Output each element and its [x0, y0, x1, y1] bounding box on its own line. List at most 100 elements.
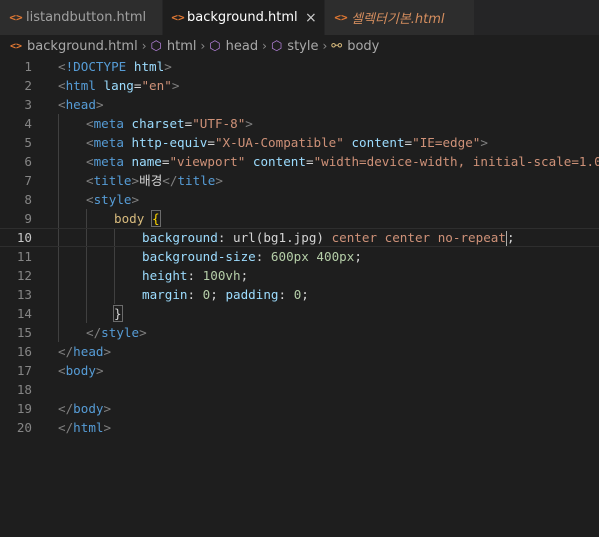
code-line[interactable]: 7 <title>배경</title>	[0, 171, 599, 190]
code-text: <html lang="en">	[58, 76, 179, 95]
tab-label: 셀렉터기본.html	[351, 12, 445, 27]
code-line[interactable]: 6 <meta name="viewport" content="width=de…	[0, 152, 599, 171]
indent-guide	[86, 247, 87, 266]
code-token: <	[86, 173, 94, 188]
code-line[interactable]: 17 <body>	[0, 361, 599, 380]
breadcrumb-label: style	[287, 38, 319, 54]
code-line[interactable]: 4 <meta charset="UTF-8">	[0, 114, 599, 133]
code-token: name	[131, 154, 162, 169]
tab-selector-basics[interactable]: <> 셀렉터기본.html	[325, 0, 475, 35]
indent-guide	[58, 114, 59, 133]
code-token: >	[164, 59, 172, 74]
code-token: >	[139, 325, 147, 340]
indent-guide	[58, 190, 59, 209]
code-line[interactable]: 14}	[0, 304, 599, 323]
code-token: "viewport"	[169, 154, 246, 169]
code-token: :	[187, 287, 203, 302]
code-line[interactable]: 13 margin: 0; padding: 0;	[0, 285, 599, 304]
code-token: body	[65, 363, 96, 378]
tab-label: background.html	[186, 10, 298, 25]
code-text: height: 100vh;	[142, 266, 248, 285]
breadcrumb-file[interactable]: <> background.html	[10, 39, 138, 54]
close-icon[interactable]: ×	[304, 10, 318, 26]
code-token: "X-UA-Compatible"	[214, 135, 344, 150]
code-line[interactable]: 5 <meta http-equiv="X-UA-Compatible" cont…	[0, 133, 599, 152]
code-text: <title>배경</title>	[86, 171, 223, 190]
code-token: ;	[301, 287, 309, 302]
indent-guide	[114, 266, 115, 285]
editor-window: <> listandbutton.html <> background.html…	[0, 0, 599, 537]
code-line[interactable]: 2 <html lang="en">	[0, 76, 599, 95]
indent-guide	[58, 209, 59, 228]
code-token: background	[142, 230, 218, 245]
code-line[interactable]: 16 </head>	[0, 342, 599, 361]
code-token: body	[73, 401, 104, 416]
code-token: >	[131, 192, 140, 207]
indent-guide	[58, 229, 59, 246]
code-token: lang	[103, 78, 134, 93]
line-number: 6	[24, 154, 32, 169]
line-number: 15	[16, 325, 32, 340]
chevron-right-icon: ›	[262, 39, 267, 53]
code-line[interactable]: 20 </html>	[0, 418, 599, 437]
code-line[interactable]: 15 </style>	[0, 323, 599, 342]
code-token: background-size	[142, 249, 256, 264]
code-token: "width=device-width, initial-scale=1.0"	[313, 154, 599, 169]
breadcrumb-body[interactable]: ⚯ body	[331, 39, 379, 54]
code-line[interactable]: 8 <style>	[0, 190, 599, 209]
line-number: 10	[16, 230, 32, 245]
breadcrumb-head[interactable]: ⬡ head	[209, 39, 258, 54]
code-token: content	[351, 135, 405, 150]
tab-background[interactable]: <> background.html ×	[163, 0, 325, 35]
tab-listandbutton[interactable]: <> listandbutton.html	[0, 0, 163, 35]
code-token: margin	[142, 287, 188, 302]
code-token: :	[187, 268, 203, 283]
code-text: <meta name="viewport" content="width=dev…	[86, 152, 599, 171]
code-token: ;	[506, 230, 515, 245]
code-text: <style>	[86, 190, 139, 209]
code-line[interactable]: 1 <!DOCTYPE html>	[0, 57, 599, 76]
code-text: <head>	[58, 95, 104, 114]
indent-guide	[58, 304, 59, 323]
breadcrumb-html[interactable]: ⬡ html	[151, 39, 197, 54]
line-number: 13	[16, 287, 32, 302]
code-line[interactable]: 12 height: 100vh;	[0, 266, 599, 285]
line-number: 4	[24, 116, 32, 131]
line-number: 11	[16, 249, 32, 264]
code-text: </body>	[58, 399, 111, 418]
indent-guide	[86, 304, 87, 323]
indent-guide	[58, 152, 59, 171]
code-text: background: url(bg1.jpg) center center n…	[142, 229, 515, 246]
code-token: >	[103, 344, 112, 359]
code-line[interactable]: 10 background: url(bg1.jpg) center center…	[0, 228, 599, 247]
code-line[interactable]: 18	[0, 380, 599, 399]
line-number: 8	[24, 192, 32, 207]
line-number: 19	[16, 401, 32, 416]
element-icon: ⬡	[150, 38, 162, 54]
breadcrumb-style[interactable]: ⬡ style	[271, 39, 319, 54]
code-editor[interactable]: 1 <!DOCTYPE html> 2 <html lang="en"> 3 <head>…	[0, 57, 599, 537]
html-file-icon: <>	[9, 11, 23, 24]
code-token: charset	[131, 116, 185, 131]
code-text: <meta charset="UTF-8">	[86, 114, 253, 133]
code-token: >	[131, 173, 140, 188]
tab-bar: <> listandbutton.html <> background.html…	[0, 0, 599, 35]
html-file-icon: <>	[334, 11, 348, 24]
code-token: "UTF-8"	[192, 116, 246, 131]
code-line[interactable]: 9 body {	[0, 209, 599, 228]
code-token: "en"	[141, 78, 172, 93]
indent-guide	[114, 285, 115, 304]
element-icon: ⬡	[270, 38, 283, 54]
code-line[interactable]: 3 <head>	[0, 95, 599, 114]
code-text: body {	[114, 209, 161, 228]
line-number: 20	[16, 420, 32, 435]
code-token: <	[86, 192, 94, 207]
code-line[interactable]: 19 </body>	[0, 399, 599, 418]
code-token: >	[215, 173, 223, 188]
code-token: height	[142, 268, 188, 283]
line-number: 9	[24, 211, 32, 226]
code-line[interactable]: 11 background-size: 600px 400px;	[0, 247, 599, 266]
code-token: }	[113, 305, 123, 322]
code-token: meta	[93, 135, 124, 150]
